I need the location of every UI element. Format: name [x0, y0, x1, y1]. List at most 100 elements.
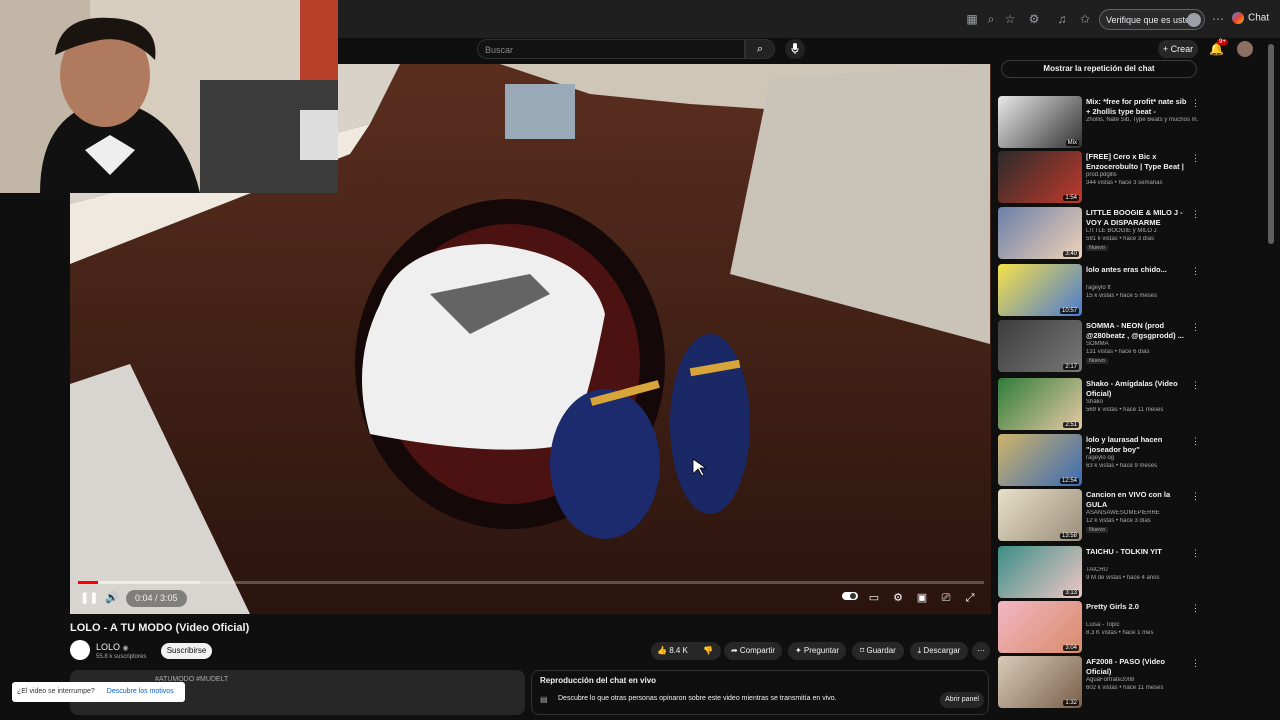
video-duration: 2:51	[1063, 422, 1079, 428]
recommendation-channel[interactable]: TAICHU	[1086, 567, 1198, 573]
download-button[interactable]: ⤓ Descargar	[910, 642, 968, 660]
recommendation-thumbnail[interactable]: 1:32	[998, 656, 1082, 708]
recommendation-title[interactable]: Shako - Amígdalas (Video Oficial)	[1086, 379, 1190, 399]
recommendation-channel[interactable]: 2hollis, Nate Sib, Type Beats y muchos m…	[1086, 117, 1198, 123]
zoom-icon[interactable]: ⌕	[984, 12, 998, 26]
recommendation-title[interactable]: SOMMA - NEON (prod @280beatz , @gsgprodd…	[1086, 321, 1190, 341]
reading-list-icon[interactable]: ♫	[1055, 12, 1069, 26]
recommendation-thumbnail[interactable]: 1:54	[998, 151, 1082, 203]
recommendation-thumbnail[interactable]: 3:40	[998, 207, 1082, 259]
pause-icon[interactable]: ❚❚	[80, 590, 98, 606]
search-input[interactable]: Buscar	[477, 39, 745, 59]
extension-icon[interactable]: ⚙	[1027, 12, 1041, 26]
more-actions-icon[interactable]: ⋯	[972, 642, 990, 660]
browser-menu-icon[interactable]: ⋯	[1211, 12, 1225, 26]
miniplayer-icon[interactable]: ▣	[914, 590, 930, 606]
autoplay-toggle[interactable]	[842, 590, 858, 606]
apps-icon[interactable]: ▦	[965, 12, 979, 26]
recommendation-channel[interactable]: SOMMA	[1086, 341, 1198, 347]
recommendation-card[interactable]: 1:32 AF2008 - PASO (Video Oficial) AguaFor…	[998, 656, 1203, 708]
more-options-icon[interactable]: ⋮	[1191, 548, 1200, 559]
more-options-icon[interactable]: ⋮	[1191, 380, 1200, 391]
recommendation-title[interactable]: Mix: *free for profit* nate sib + 2holli…	[1086, 97, 1190, 117]
recommendation-thumbnail[interactable]: 2:17	[998, 320, 1082, 372]
recommendation-title[interactable]: AF2008 - PASO (Video Oficial)	[1086, 657, 1190, 677]
video-duration: 12:54	[1059, 478, 1079, 484]
recommendation-title[interactable]: LITTLE BOOGIE & MILO J - VOY A DISPARARM…	[1086, 208, 1190, 228]
recommendation-channel[interactable]: prod.pdgills	[1086, 172, 1198, 178]
bookmark-star-icon[interactable]: ☆	[1003, 12, 1017, 26]
copilot-chat-button[interactable]: Chat	[1232, 12, 1269, 24]
subscribe-button[interactable]: Suscribirse	[161, 643, 212, 659]
create-button[interactable]: + Crear	[1158, 40, 1198, 58]
recommendation-thumbnail[interactable]: 3:13	[998, 546, 1082, 598]
recommendation-title[interactable]: [FREE] Cero x Bic x Enzocerobulto | Type…	[1086, 152, 1190, 172]
recommendation-card[interactable]: 1:54 [FREE] Cero x Bic x Enzocerobulto | …	[998, 151, 1203, 203]
recommendation-card[interactable]: 12:54 lolo y laurasad hacen "joseador boy…	[998, 434, 1203, 486]
recommendation-thumbnail[interactable]: 13:58	[998, 489, 1082, 541]
recommendation-thumbnail[interactable]: 2:51	[998, 378, 1082, 430]
recommendation-channel[interactable]: rageylo ft	[1086, 285, 1198, 291]
scrollbar[interactable]	[1268, 44, 1274, 244]
recommendation-card[interactable]: 3:40 LITTLE BOOGIE & MILO J - VOY A DISPA…	[998, 207, 1203, 259]
recommendation-card[interactable]: 10:57 lolo antes eras chido... rageylo ft 1…	[998, 264, 1203, 316]
more-options-icon[interactable]: ⋮	[1191, 436, 1200, 447]
microphone-icon[interactable]	[785, 39, 805, 59]
more-options-icon[interactable]: ⋮	[1191, 266, 1200, 277]
search-icon[interactable]: ⌕	[745, 39, 775, 59]
progress-bar[interactable]	[78, 581, 984, 584]
progress-fill	[78, 581, 98, 584]
recommendation-card[interactable]: Mix Mix: *free for profit* nate sib + 2ho…	[998, 96, 1203, 148]
more-options-icon[interactable]: ⋮	[1191, 153, 1200, 164]
recommendation-title[interactable]: Cancion en VIVO con la GULA @asan_yl@WOW…	[1086, 490, 1190, 510]
save-label: Guardar	[866, 646, 896, 655]
recommendation-title[interactable]: TAICHU - TOLKIN YIT	[1086, 547, 1190, 557]
more-options-icon[interactable]: ⋮	[1191, 603, 1200, 614]
recommendation-thumbnail[interactable]: 12:54	[998, 434, 1082, 486]
ask-button[interactable]: ✦ Preguntar	[788, 642, 846, 660]
more-options-icon[interactable]: ⋮	[1191, 98, 1200, 109]
more-options-icon[interactable]: ⋮	[1191, 322, 1200, 333]
recommendation-channel[interactable]: LITTLE BOOGIE y MILO J	[1086, 228, 1198, 234]
recommendation-card[interactable]: 3:13 TAICHU - TOLKIN YIT TAICHU 9 M de vist…	[998, 546, 1203, 598]
chat-icon: ▤	[540, 695, 548, 704]
channel-name[interactable]: LOLO ◉	[96, 642, 129, 652]
more-options-icon[interactable]: ⋮	[1191, 209, 1200, 220]
toast-link[interactable]: Descubre los motivos	[107, 688, 174, 695]
show-chat-replay-button[interactable]: Mostrar la repetición del chat	[1001, 60, 1197, 78]
channel-avatar[interactable]	[70, 640, 90, 660]
recommendation-thumbnail[interactable]: Mix	[998, 96, 1082, 148]
recommendation-meta: 602 k vistas • hace 11 meses	[1086, 685, 1164, 691]
save-button[interactable]: ⌑ Guardar	[852, 642, 904, 660]
recommendation-title[interactable]: Pretty Girls 2.0	[1086, 602, 1190, 612]
recommendation-card[interactable]: 13:58 Cancion en VIVO con la GULA @asan_y…	[998, 489, 1203, 541]
recommendation-title[interactable]: lolo antes eras chido...	[1086, 265, 1190, 275]
volume-icon[interactable]: 🔊	[104, 590, 120, 606]
recommendation-thumbnail[interactable]: 3:04	[998, 601, 1082, 653]
recommendation-channel[interactable]: rageylo og	[1086, 455, 1198, 461]
recommendation-card[interactable]: 2:17 SOMMA - NEON (prod @280beatz , @gsgp…	[998, 320, 1203, 372]
recommendation-channel[interactable]: Shako	[1086, 399, 1198, 405]
open-panel-button[interactable]: Abrir panel	[940, 692, 984, 708]
like-button[interactable]: 👍 8.4 K 👎	[651, 642, 721, 660]
more-options-icon[interactable]: ⋮	[1191, 658, 1200, 669]
recommendation-channel[interactable]: ASANSAWESOMEPIERRE	[1086, 510, 1198, 516]
create-label: Crear	[1170, 44, 1194, 54]
subtitles-icon[interactable]: ▭	[866, 590, 882, 606]
cast-icon[interactable]: ⎚	[938, 590, 954, 606]
recommendation-card[interactable]: 3:04 Pretty Girls 2.0 Luisa - Topic 8.3 K v…	[998, 601, 1203, 653]
recommendation-card[interactable]: 2:51 Shako - Amígdalas (Video Oficial) Sha…	[998, 378, 1203, 430]
recommendation-thumbnail[interactable]: 10:57	[998, 264, 1082, 316]
settings-gear-icon[interactable]: ⚙	[890, 590, 906, 606]
account-avatar[interactable]	[1237, 41, 1253, 57]
recommendation-channel[interactable]: AguaFortrate2008	[1086, 677, 1198, 683]
profile-verify-button[interactable]: Verifique que es usted	[1099, 9, 1205, 30]
chat-replay-title: Reproducción del chat en vivo	[540, 676, 657, 685]
recommendation-title[interactable]: lolo y laurasad hacen "joseador boy"	[1086, 435, 1190, 455]
more-options-icon[interactable]: ⋮	[1191, 491, 1200, 502]
share-button[interactable]: ➦ Compartir	[724, 642, 782, 660]
recommendation-channel[interactable]: Luisa - Topic	[1086, 622, 1198, 628]
fullscreen-icon[interactable]: ⤢	[962, 590, 978, 606]
notifications-bell-icon[interactable]: 🔔 9+	[1209, 39, 1228, 56]
favorites-icon[interactable]: ✩	[1078, 12, 1092, 26]
